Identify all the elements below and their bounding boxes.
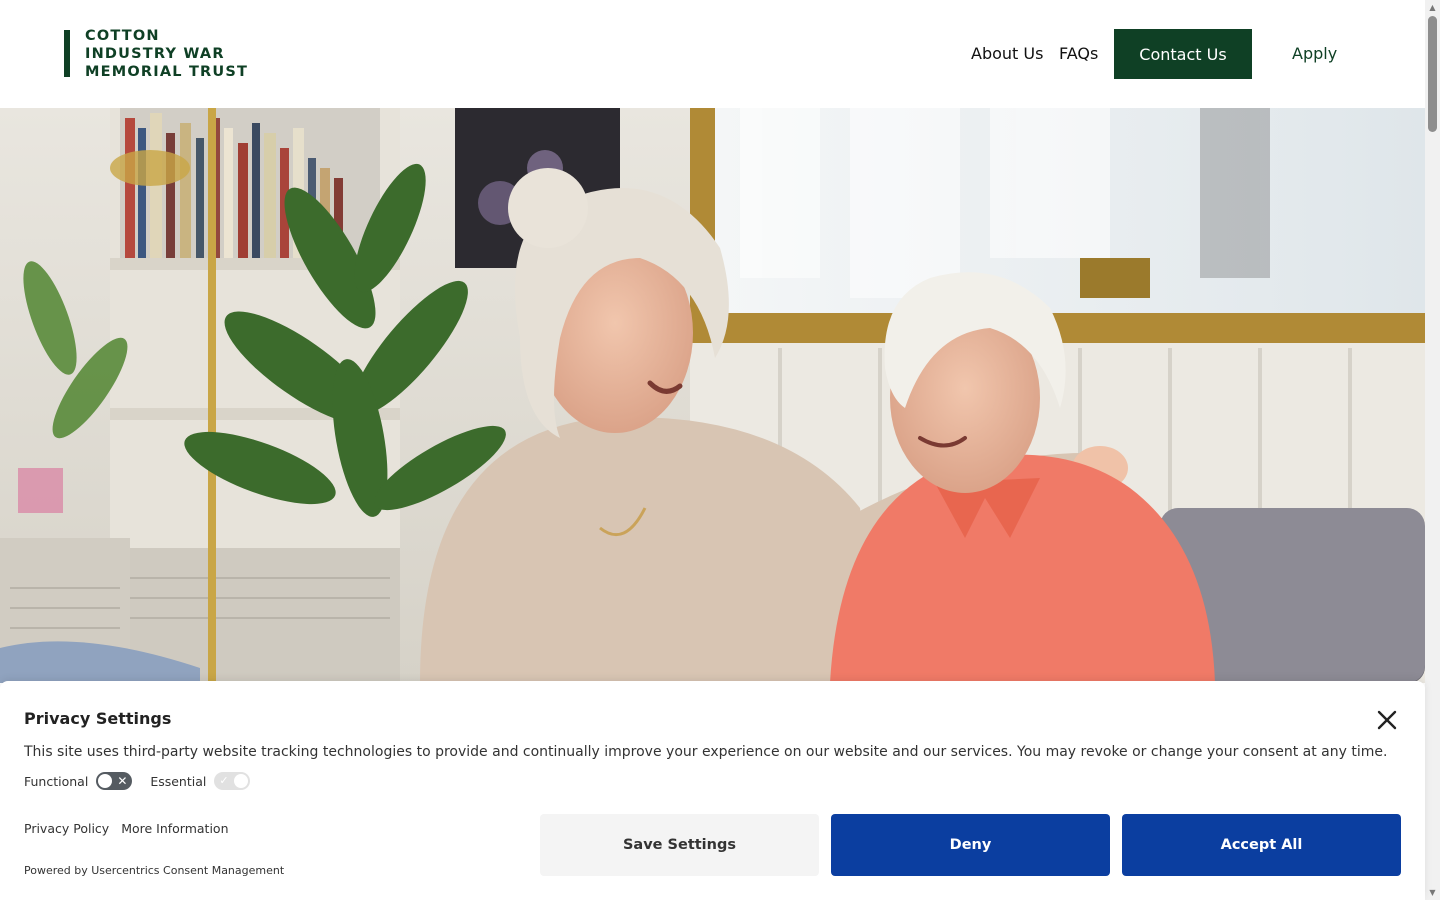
save-settings-button[interactable]: Save Settings <box>540 814 819 876</box>
privacy-consent-banner: Privacy Settings This site uses third-pa… <box>0 681 1425 900</box>
logo-text: COTTON INDUSTRY WAR MEMORIAL TRUST <box>85 27 248 80</box>
consent-links: Privacy Policy More Information <box>24 821 241 836</box>
x-icon: ✕ <box>117 774 128 788</box>
logo-line-1: COTTON <box>85 28 160 44</box>
toggle-knob <box>98 774 113 788</box>
site-logo[interactable]: COTTON INDUSTRY WAR MEMORIAL TRUST <box>64 27 248 80</box>
logo-line-2: INDUSTRY WAR <box>85 46 225 62</box>
scroll-up-arrow-icon[interactable]: ▲ <box>1425 0 1440 15</box>
consent-description: This site uses third-party website track… <box>24 744 1388 760</box>
functional-toggle[interactable]: ✕ <box>96 772 133 790</box>
more-information-link[interactable]: More Information <box>121 821 228 836</box>
site-header: COTTON INDUSTRY WAR MEMORIAL TRUST About… <box>0 0 1425 108</box>
toggle-knob <box>234 774 249 788</box>
check-icon: ✓ <box>219 774 229 787</box>
powered-by-text: Powered by Usercentrics Consent Manageme… <box>24 864 285 877</box>
consent-toggles: Functional ✕ Essential ✓ <box>24 772 268 790</box>
hero-photo-illustration <box>0 108 1425 683</box>
nav-contact-us-button[interactable]: Contact Us <box>1114 29 1252 79</box>
close-icon[interactable] <box>1375 708 1399 732</box>
nav-apply[interactable]: Apply <box>1292 44 1337 63</box>
nav-faqs[interactable]: FAQs <box>1059 44 1098 63</box>
scroll-down-arrow-icon[interactable]: ▼ <box>1425 885 1440 900</box>
page-scrollbar[interactable]: ▲ ▼ <box>1425 0 1440 900</box>
hero-image <box>0 108 1425 683</box>
nav-about-us[interactable]: About Us <box>971 44 1043 63</box>
accept-all-button[interactable]: Accept All <box>1122 814 1401 876</box>
consent-title: Privacy Settings <box>24 709 172 728</box>
scroll-thumb[interactable] <box>1428 16 1437 132</box>
logo-accent-bar <box>64 30 70 77</box>
toggle-label-essential: Essential <box>150 773 207 789</box>
deny-button[interactable]: Deny <box>831 814 1110 876</box>
toggle-label-functional: Functional <box>24 773 89 789</box>
logo-line-3: MEMORIAL TRUST <box>85 64 249 80</box>
essential-toggle: ✓ <box>214 772 251 790</box>
privacy-policy-link[interactable]: Privacy Policy <box>24 821 109 836</box>
